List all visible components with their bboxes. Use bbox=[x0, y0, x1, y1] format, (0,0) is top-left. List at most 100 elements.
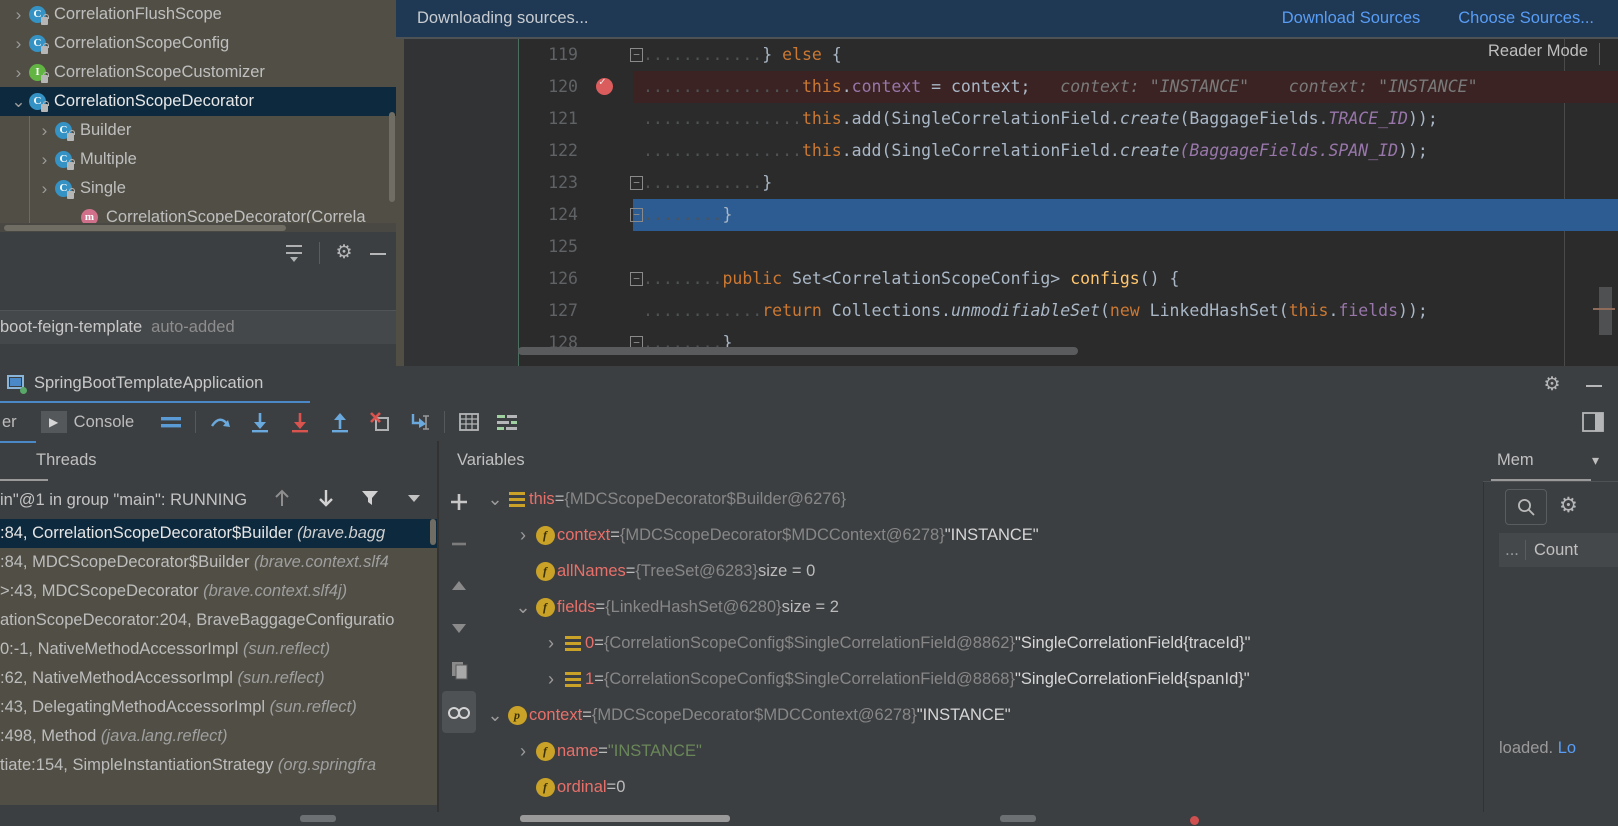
drop-frame-icon[interactable] bbox=[367, 409, 393, 435]
project-tree-vscrollbar[interactable] bbox=[387, 112, 396, 202]
chevron-right-icon[interactable]: › bbox=[541, 669, 561, 690]
step-out-icon[interactable] bbox=[327, 409, 353, 435]
code-line[interactable]: 120 ................this.context = contex… bbox=[518, 71, 1618, 103]
collapse-all-icon[interactable] bbox=[283, 242, 305, 264]
code-line[interactable]: 125 bbox=[518, 231, 1618, 263]
variable-row[interactable]: › 0 = {CorrelationScopeConfig$SingleCorre… bbox=[479, 625, 1481, 661]
memory-column-header[interactable]: ... Count bbox=[1499, 533, 1618, 567]
variable-row[interactable]: f allNames = {TreeSet@6283} size = 0 bbox=[479, 553, 1481, 589]
filter-icon[interactable] bbox=[359, 487, 385, 513]
memory-search-button[interactable] bbox=[1505, 489, 1547, 525]
code-line[interactable]: 123 −............} bbox=[518, 167, 1618, 199]
code-fold-icon[interactable]: − bbox=[630, 272, 643, 286]
chevron-right-icon[interactable]: › bbox=[10, 63, 27, 83]
evaluate-expression-icon[interactable] bbox=[456, 409, 482, 435]
up-arrow-icon[interactable] bbox=[271, 487, 297, 513]
stack-frame-row[interactable]: :43, DelegatingMethodAccessorImpl (sun.r… bbox=[0, 693, 437, 722]
variable-row[interactable]: ⌄ p context = {MDCScopeDecorator$MDCContex… bbox=[479, 697, 1481, 733]
editor-code-area[interactable]: 119−............} else {120.............… bbox=[518, 39, 1618, 366]
variable-row[interactable]: ›∞this.context = {MDCScopeDecorator$MDCC… bbox=[479, 805, 1481, 812]
call-stack-frames[interactable]: :84, CorrelationScopeDecorator$Builder (… bbox=[0, 519, 437, 805]
minimize-icon[interactable] bbox=[368, 243, 388, 263]
threads-frames-icon[interactable] bbox=[158, 409, 184, 435]
editor-gutter[interactable] bbox=[396, 39, 518, 366]
frames-vscrollbar[interactable] bbox=[428, 519, 437, 805]
chevron-down-icon[interactable]: ▾ bbox=[1587, 452, 1604, 469]
tree-item-correlationflushscope[interactable]: › C CorrelationFlushScope bbox=[0, 0, 396, 29]
run-to-cursor-icon[interactable] bbox=[407, 409, 433, 435]
chevron-right-icon[interactable]: › bbox=[10, 34, 27, 54]
stack-frame-row[interactable]: 0:-1, NativeMethodAccessorImpl (sun.refl… bbox=[0, 635, 437, 664]
tab-memory[interactable]: Mem bbox=[1497, 451, 1534, 470]
console-tab[interactable]: Console bbox=[74, 413, 135, 432]
down-arrow-icon[interactable] bbox=[315, 487, 341, 513]
layout-settings-icon[interactable] bbox=[1580, 409, 1606, 435]
watches-icon[interactable] bbox=[442, 691, 476, 733]
copy-icon[interactable] bbox=[439, 649, 479, 691]
breakpoint-icon[interactable] bbox=[596, 75, 613, 95]
reader-mode-label[interactable]: Reader Mode bbox=[1488, 42, 1588, 61]
gear-icon[interactable]: ⚙ bbox=[334, 243, 354, 263]
tree-item-single[interactable]: › C Single bbox=[0, 174, 396, 203]
memory-panel[interactable]: Mem ▾ ⚙ ... Count loaded. Lo bbox=[1483, 441, 1618, 812]
editor-hscrollbar[interactable] bbox=[518, 347, 1448, 355]
chevron-down-icon[interactable]: ⌄ bbox=[10, 93, 27, 110]
tab-threads[interactable]: Threads bbox=[36, 451, 97, 470]
memory-gear-icon[interactable]: ⚙ bbox=[1559, 493, 1578, 518]
chevron-right-icon[interactable]: › bbox=[513, 525, 533, 546]
code-line[interactable]: 124 −........} bbox=[518, 199, 1618, 231]
move-up-icon[interactable] bbox=[439, 565, 479, 607]
choose-sources-link[interactable]: Choose Sources... bbox=[1458, 9, 1594, 28]
code-line[interactable]: 122 ................this.add(SingleCorrel… bbox=[518, 135, 1618, 167]
chevron-right-icon[interactable]: › bbox=[36, 121, 53, 141]
remove-watch-icon[interactable] bbox=[439, 523, 479, 565]
project-tree-hscrollbar[interactable] bbox=[0, 223, 396, 232]
threads-panel[interactable]: Threads in"@1 in group "main": RUNNING:… bbox=[0, 441, 437, 812]
project-tree-panel[interactable]: › C CorrelationFlushScope › C CorrelationScop… bbox=[0, 0, 396, 232]
step-into-icon[interactable] bbox=[247, 409, 273, 435]
code-fold-icon[interactable]: − bbox=[630, 176, 643, 190]
variable-row[interactable]: ⌄ f fields = {LinkedHashSet@6280} size = 2 bbox=[479, 589, 1481, 625]
stack-frame-row[interactable]: :62, NativeMethodAccessorImpl (sun.refle… bbox=[0, 664, 437, 693]
code-editor[interactable]: 119−............} else {120.............… bbox=[396, 37, 1618, 366]
debug-settings-gear-icon[interactable]: ⚙ bbox=[1542, 374, 1562, 395]
stack-frame-row[interactable]: :498, Method (java.lang.reflect) bbox=[0, 722, 437, 751]
debug-toolbar[interactable]: er ▶ Console bbox=[0, 403, 1618, 441]
module-row[interactable]: boot-feign-template auto-added bbox=[0, 310, 396, 344]
chevron-right-icon[interactable]: › bbox=[541, 633, 561, 654]
add-watch-icon[interactable] bbox=[439, 481, 479, 523]
chevron-right-icon[interactable]: › bbox=[10, 5, 27, 25]
variables-toolbar[interactable] bbox=[439, 481, 479, 812]
tree-item-multiple[interactable]: › C Multiple bbox=[0, 145, 396, 174]
tree-item-correlationscopedecorator[interactable]: ⌄ C CorrelationScopeDecorator bbox=[0, 87, 396, 116]
console-run-icon[interactable]: ▶ bbox=[40, 411, 67, 433]
force-step-into-icon[interactable] bbox=[287, 409, 313, 435]
tree-item-correlationscopeconfig[interactable]: › C CorrelationScopeConfig bbox=[0, 29, 396, 58]
debug-session-tab[interactable]: SpringBootTemplateApplication bbox=[0, 366, 310, 403]
code-line[interactable]: 126 − ........public Set<CorrelationScopeC… bbox=[518, 263, 1618, 295]
tree-item-correlationscopecustomizer[interactable]: › I CorrelationScopeCustomizer bbox=[0, 58, 396, 87]
chevron-right-icon[interactable]: › bbox=[36, 150, 53, 170]
dropdown-icon[interactable] bbox=[403, 487, 429, 513]
memory-column-count[interactable]: Count bbox=[1534, 541, 1578, 560]
variables-tree[interactable]: ⌄ this = {MDCScopeDecorator$Builder@6276}… bbox=[479, 481, 1481, 812]
variable-row[interactable]: ⌄ this = {MDCScopeDecorator$Builder@6276} bbox=[479, 481, 1481, 517]
tree-item-builder[interactable]: › C Builder bbox=[0, 116, 396, 145]
stack-frame-row[interactable]: ationScopeDecorator:204, BraveBaggageCon… bbox=[0, 606, 437, 635]
chevron-right-icon[interactable]: › bbox=[513, 741, 533, 762]
variable-row[interactable]: › 1 = {CorrelationScopeConfig$SingleCorre… bbox=[479, 661, 1481, 697]
memory-status-link[interactable]: Lo bbox=[1558, 739, 1576, 757]
stack-frame-row[interactable]: tiate:154, SimpleInstantiationStrategy (… bbox=[0, 751, 437, 780]
stack-frame-row[interactable]: >:43, MDCScopeDecorator (brave.context.s… bbox=[0, 577, 437, 606]
stack-frame-row[interactable]: :84, CorrelationScopeDecorator$Builder (… bbox=[0, 519, 437, 548]
code-line[interactable]: 127 ............return Collections.unmodi… bbox=[518, 295, 1618, 327]
column-divider[interactable] bbox=[1525, 540, 1526, 560]
variable-row[interactable]: f ordinal = 0 bbox=[479, 769, 1481, 805]
variable-row[interactable]: › f name = "INSTANCE" bbox=[479, 733, 1481, 769]
debug-minimize-icon[interactable] bbox=[1584, 375, 1604, 395]
editor-scrollbar-marker[interactable] bbox=[1593, 287, 1615, 335]
download-sources-link[interactable]: Download Sources bbox=[1282, 9, 1421, 28]
code-line[interactable]: 119 −............} else { bbox=[518, 39, 1618, 71]
code-fold-icon[interactable]: − bbox=[630, 208, 643, 222]
stack-frame-row[interactable]: :84, MDCScopeDecorator$Builder (brave.co… bbox=[0, 548, 437, 577]
